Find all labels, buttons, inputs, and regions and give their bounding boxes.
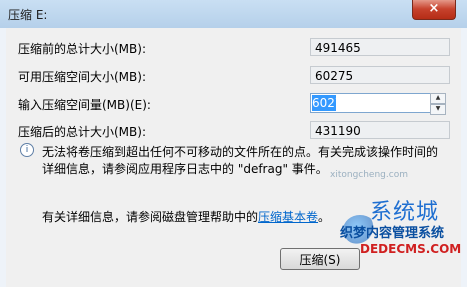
shrink-basic-volume-link[interactable]: 压缩基本卷 <box>258 210 318 224</box>
watermark-brand: 织梦内容管理系统 <box>340 226 445 241</box>
window-title: 压缩 E: <box>8 8 48 22</box>
info-icon: i <box>20 143 34 157</box>
shrink-amount-stepper[interactable]: ▲ ▼ <box>430 93 446 115</box>
available-space-label: 可用压缩空间大小(MB): <box>18 70 146 84</box>
watermark-domain: DEDECMS.COM <box>360 242 462 256</box>
watermark: 系统城 织梦内容管理系统 DEDECMS.COM <box>340 188 465 286</box>
close-button[interactable]: × <box>412 0 456 20</box>
watermark-site: xitongcheng.com <box>330 170 408 180</box>
help-suffix: 。 <box>318 210 331 224</box>
shrink-amount-input[interactable]: 60275 <box>310 93 446 113</box>
title-bar: 压缩 E: × <box>0 0 467 29</box>
total-after-label: 压缩后的总计大小(MB): <box>18 125 146 139</box>
help-line: 有关详细信息，请参阅磁盘管理帮助中的压缩基本卷。 <box>42 208 330 225</box>
shrink-amount-value[interactable]: 60275 <box>312 95 350 111</box>
help-prefix: 有关详细信息，请参阅磁盘管理帮助中的 <box>42 210 259 224</box>
shrink-amount-label: 输入压缩空间量(MB)(E): <box>18 98 151 112</box>
available-space-value: 60275 <box>310 66 450 84</box>
spin-down-icon[interactable]: ▼ <box>430 104 446 115</box>
total-before-label: 压缩前的总计大小(MB): <box>18 42 146 56</box>
close-icon: × <box>428 1 440 16</box>
total-before-value: 491465 <box>310 38 450 56</box>
total-after-value: 431190 <box>310 121 450 139</box>
spin-up-icon[interactable]: ▲ <box>430 93 446 104</box>
